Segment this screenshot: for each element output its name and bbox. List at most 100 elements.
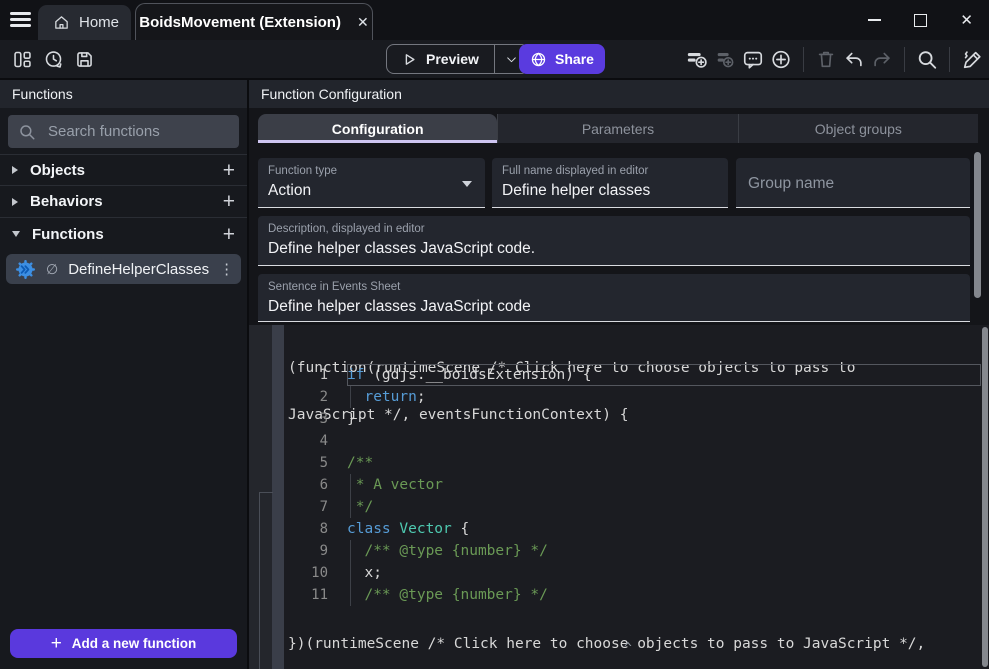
editor-content[interactable]: (function(runtimeScene /* Click here to … bbox=[284, 325, 981, 669]
main-menu-button[interactable] bbox=[10, 12, 31, 27]
javascript-code-editor[interactable]: (function(runtimeScene /* Click here to … bbox=[249, 325, 989, 669]
window-controls: ✕ bbox=[868, 0, 973, 40]
toolbar-separator bbox=[803, 47, 804, 72]
line-content[interactable]: } bbox=[347, 408, 981, 430]
window-minimize-icon[interactable] bbox=[868, 19, 881, 21]
toolbar-left-group bbox=[11, 40, 95, 78]
sidebar-item-objects[interactable]: Objects + bbox=[0, 154, 247, 186]
add-comment-icon[interactable] bbox=[742, 48, 764, 70]
line-content[interactable] bbox=[347, 430, 981, 452]
sidebar-header-title: Functions bbox=[12, 86, 73, 102]
line-content[interactable]: /** bbox=[347, 452, 981, 474]
edit-extension-icon[interactable] bbox=[961, 48, 983, 70]
code-line[interactable]: 10 x; bbox=[284, 562, 981, 584]
plus-icon: + bbox=[51, 634, 62, 653]
chevron-right-icon[interactable] bbox=[12, 166, 18, 174]
add-subevent-icon[interactable] bbox=[714, 48, 736, 70]
history-icon[interactable] bbox=[42, 48, 64, 70]
add-behavior-button[interactable]: + bbox=[223, 191, 235, 212]
chevron-right-icon[interactable] bbox=[12, 198, 18, 206]
function-type-value[interactable]: Action bbox=[268, 182, 311, 200]
code-line[interactable]: 7 */ bbox=[284, 496, 981, 518]
play-icon bbox=[402, 52, 417, 67]
line-content[interactable]: */ bbox=[347, 496, 981, 518]
code-line[interactable]: 2 return; bbox=[284, 386, 981, 408]
sentence-input[interactable] bbox=[268, 298, 962, 316]
undo-icon[interactable] bbox=[843, 48, 865, 70]
add-circle-icon[interactable] bbox=[770, 48, 792, 70]
line-content[interactable]: /** @type {number} */ bbox=[347, 584, 981, 606]
config-scrollbar[interactable] bbox=[974, 152, 981, 298]
search-icon[interactable] bbox=[916, 48, 938, 70]
line-content[interactable]: x; bbox=[347, 562, 981, 584]
add-object-button[interactable]: + bbox=[223, 160, 235, 181]
code-footer[interactable]: })(runtimeScene /* Click here to choose … bbox=[288, 606, 925, 669]
add-new-function-label: Add a new function bbox=[72, 636, 197, 651]
line-content[interactable]: class Vector { bbox=[347, 518, 981, 540]
globe-icon bbox=[530, 51, 547, 68]
scroll-hint-caret: ^ bbox=[624, 641, 632, 656]
save-icon[interactable] bbox=[73, 48, 95, 70]
line-content[interactable]: if (gdjs.__boidsExtension) { bbox=[347, 364, 981, 386]
sentence-field[interactable]: Sentence in Events Sheet bbox=[258, 274, 970, 322]
line-content[interactable]: return; bbox=[347, 386, 981, 408]
sidebar-item-behaviors[interactable]: Behaviors + bbox=[0, 186, 247, 218]
preview-button[interactable]: Preview bbox=[386, 44, 529, 74]
field-label: Description, displayed in editor bbox=[268, 223, 425, 235]
tab-extension-label: BoidsMovement (Extension) bbox=[139, 14, 341, 31]
code-line[interactable]: 8class Vector { bbox=[284, 518, 981, 540]
window-maximize-icon[interactable] bbox=[914, 14, 927, 27]
group-name-field[interactable] bbox=[736, 158, 970, 208]
code-line[interactable]: 1if (gdjs.__boidsExtension) { bbox=[284, 364, 981, 386]
tab-extension[interactable]: BoidsMovement (Extension) ✕ bbox=[135, 3, 373, 41]
code-line[interactable]: 4 bbox=[284, 430, 981, 452]
share-button[interactable]: Share bbox=[519, 44, 605, 74]
function-type-field[interactable]: Function type Action bbox=[258, 158, 485, 208]
share-label: Share bbox=[555, 51, 594, 67]
tab-configuration[interactable]: Configuration bbox=[258, 114, 497, 143]
line-number: 6 bbox=[284, 474, 347, 496]
dropdown-caret-icon bbox=[462, 181, 472, 187]
toolbar-separator bbox=[949, 47, 950, 72]
add-new-function-button[interactable]: + Add a new function bbox=[10, 629, 237, 658]
line-number: 2 bbox=[284, 386, 347, 408]
description-input[interactable] bbox=[268, 240, 962, 258]
window-close-icon[interactable]: ✕ bbox=[960, 13, 973, 28]
tab-home[interactable]: Home bbox=[38, 5, 131, 40]
code-line[interactable]: 9 /** @type {number} */ bbox=[284, 540, 981, 562]
group-name-input[interactable] bbox=[746, 158, 962, 209]
full-name-field[interactable]: Full name displayed in editor bbox=[492, 158, 728, 208]
item-menu-icon[interactable]: ⋮ bbox=[219, 260, 234, 278]
tab-parameters[interactable]: Parameters bbox=[497, 114, 737, 143]
code-lines[interactable]: 1if (gdjs.__boidsExtension) {2 return;3}… bbox=[284, 364, 981, 606]
tab-object-groups[interactable]: Object groups bbox=[738, 114, 978, 143]
full-name-input[interactable] bbox=[502, 182, 720, 200]
add-event-icon[interactable] bbox=[686, 48, 708, 70]
code-line[interactable]: 3} bbox=[284, 408, 981, 430]
function-configuration-panel: Configuration Parameters Object groups F… bbox=[249, 108, 989, 669]
line-number: 11 bbox=[284, 584, 347, 606]
code-line[interactable]: 11 /** @type {number} */ bbox=[284, 584, 981, 606]
redo-icon[interactable] bbox=[871, 48, 893, 70]
search-input[interactable] bbox=[46, 122, 249, 141]
line-content[interactable]: * A vector bbox=[347, 474, 981, 496]
config-header-title: Function Configuration bbox=[261, 86, 402, 102]
field-label: Sentence in Events Sheet bbox=[268, 281, 400, 293]
function-item-selected[interactable]: ∅ DefineHelperClasses ⋮ bbox=[6, 254, 241, 284]
editor-drag-handle[interactable] bbox=[272, 325, 284, 669]
chevron-down-icon[interactable] bbox=[12, 231, 20, 237]
sidebar-item-functions[interactable]: Functions + bbox=[0, 218, 247, 250]
tab-close-icon[interactable]: ✕ bbox=[357, 14, 369, 31]
line-content[interactable]: /** @type {number} */ bbox=[347, 540, 981, 562]
description-field[interactable]: Description, displayed in editor bbox=[258, 216, 970, 266]
code-line[interactable]: 6 * A vector bbox=[284, 474, 981, 496]
search-box[interactable] bbox=[8, 115, 239, 148]
tab-home-label: Home bbox=[79, 14, 119, 31]
trash-icon[interactable] bbox=[815, 48, 837, 70]
panel-layout-icon[interactable] bbox=[11, 48, 33, 70]
editor-scrollbar[interactable] bbox=[982, 327, 988, 667]
add-function-button[interactable]: + bbox=[223, 224, 235, 245]
preview-button-main[interactable]: Preview bbox=[387, 45, 494, 73]
code-line[interactable]: 5/** bbox=[284, 452, 981, 474]
line-number: 10 bbox=[284, 562, 347, 584]
